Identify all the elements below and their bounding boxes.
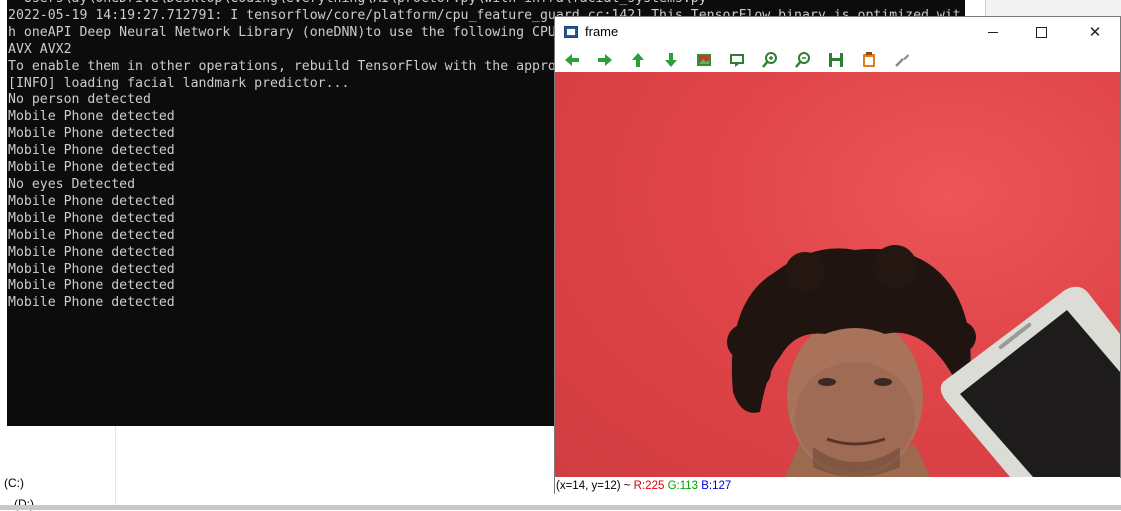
camera-frame-image[interactable] — [555, 72, 1120, 477]
status-red-value: R:225 — [633, 480, 665, 492]
maximize-button[interactable] — [1018, 17, 1064, 47]
arrow-up-tool-button[interactable] — [628, 50, 648, 70]
status-blue-value: B:127 — [701, 480, 732, 492]
webcam-scene — [727, 245, 1120, 477]
arrow-down-tool-button[interactable] — [661, 50, 681, 70]
frame-titlebar[interactable]: frame ✕ — [555, 17, 1120, 47]
copy-tool-button[interactable] — [859, 50, 879, 70]
taskbar-edge — [0, 505, 1121, 510]
close-button[interactable]: ✕ — [1072, 17, 1118, 47]
drive-c-item[interactable]: (C:) — [4, 476, 24, 490]
status-green-value: G:113 — [667, 480, 699, 492]
save-icon — [829, 53, 843, 67]
arrow-right-icon — [598, 54, 612, 66]
zoom-out-icon — [795, 52, 810, 68]
copy-icon — [863, 52, 875, 67]
right-eye — [874, 378, 892, 386]
save-tool-button[interactable] — [826, 50, 846, 70]
zoom-in-tool-button[interactable] — [760, 50, 780, 70]
properties-tool-button[interactable] — [892, 50, 912, 70]
properties-icon — [895, 54, 909, 67]
arrow-up-icon — [632, 53, 644, 67]
pixel-status-bar: (x=14, y=12) ~ R:225 G:113 B:127 — [555, 478, 1121, 494]
window-app-icon — [564, 26, 578, 38]
frame-toolbar — [555, 47, 1120, 73]
zoom-out-tool-button[interactable] — [793, 50, 813, 70]
arrow-left-tool-button[interactable] — [562, 50, 582, 70]
image-tool-button[interactable] — [694, 50, 714, 70]
frame-window[interactable]: frame ✕ (x=14, y=12) ~ R:225 G:113 B:127 — [554, 16, 1121, 494]
mobile-phone — [940, 286, 1120, 477]
minimize-button[interactable] — [970, 17, 1016, 47]
maximize-icon — [1035, 26, 1047, 38]
zoom-fit-tool-button[interactable] — [727, 50, 747, 70]
window-title: frame — [585, 24, 619, 39]
explorer-right-panel — [985, 0, 1121, 16]
arrow-down-icon — [665, 53, 677, 67]
image-icon — [697, 54, 711, 66]
arrow-left-icon — [565, 54, 579, 66]
zoom-in-icon — [762, 52, 777, 68]
console-line: Users\ay\OneDrive\Desktop\Coding\everyth… — [8, 0, 961, 8]
left-eye — [818, 378, 836, 386]
arrow-right-tool-button[interactable] — [595, 50, 615, 70]
status-coordinates: (x=14, y=12) ~ — [556, 480, 634, 492]
zoom-fit-icon — [730, 54, 744, 67]
minimize-icon — [988, 31, 998, 33]
close-icon: ✕ — [1088, 24, 1102, 41]
